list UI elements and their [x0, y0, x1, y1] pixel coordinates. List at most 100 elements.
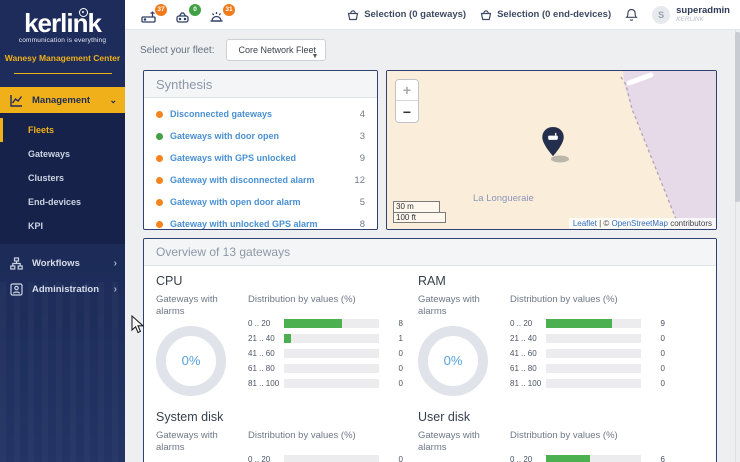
- synthesis-link[interactable]: Gateway with unlocked GPS alarm: [170, 219, 318, 229]
- bar-value: 0: [387, 455, 403, 462]
- synthesis-count: 4: [360, 109, 365, 120]
- synthesis-item-unlocked-gps-alarm[interactable]: Gateway with unlocked GPS alarm 8: [144, 213, 377, 230]
- distribution-row: 61 .. 800: [510, 364, 702, 373]
- chevron-right-icon: ›: [114, 258, 117, 269]
- product-name: Wanesy Management Center: [0, 53, 125, 63]
- bar-fill: [546, 319, 612, 328]
- synthesis-list: Disconnected gateways 4 Gateways with do…: [144, 98, 377, 230]
- range-label: 81 .. 100: [510, 379, 546, 388]
- distribution-row: 21 .. 401: [248, 334, 404, 343]
- zoom-in-button[interactable]: +: [396, 80, 418, 101]
- sidebar-item-workflows[interactable]: Workflows ›: [0, 250, 125, 276]
- bar-track: [546, 349, 641, 358]
- range-label: 21 .. 40: [248, 334, 284, 343]
- range-label: 41 .. 60: [248, 349, 284, 358]
- map-zoom-control: + −: [395, 79, 419, 123]
- sidebar-item-end-devices[interactable]: End-devices: [0, 190, 125, 214]
- sidebar-item-management[interactable]: Management ⌄: [0, 87, 125, 113]
- fleet-selector-label: Select your fleet:: [140, 45, 214, 56]
- gateway-map-marker[interactable]: [541, 127, 565, 157]
- synthesis-count: 9: [360, 153, 365, 164]
- bar-track: [546, 319, 641, 328]
- status-counters: 37 0 31: [141, 6, 229, 24]
- range-label: 21 .. 40: [510, 334, 546, 343]
- gateway-count-badge: 37: [155, 4, 167, 16]
- synthesis-count: 12: [354, 175, 365, 186]
- sidebar-divider: [14, 73, 112, 74]
- status-dot: [156, 111, 163, 118]
- sidebar-item-kpi[interactable]: KPI: [0, 214, 125, 238]
- main-content: Select your fleet: Core Network Fleet ▼ …: [125, 30, 740, 462]
- leaflet-link[interactable]: Leaflet: [573, 219, 597, 228]
- logo-text: kerlink: [0, 10, 125, 36]
- scale-imperial: 100 ft: [393, 212, 446, 223]
- overview-section-system-disk: System disk Gateways with alarms 0% Dist…: [156, 410, 418, 462]
- admin-icon: [10, 283, 23, 296]
- zoom-out-button[interactable]: −: [396, 101, 418, 122]
- synthesis-item-open-door-alarm[interactable]: Gateway with open door alarm 5: [144, 191, 377, 213]
- distribution-row: 0 .. 206: [510, 455, 702, 462]
- alarms-label: Gateways with alarms: [418, 294, 488, 318]
- synthesis-link[interactable]: Disconnected gateways: [170, 109, 272, 119]
- system-disk-distribution-chart: 0 .. 200 21 .. 401 41 .. 600 61 .. 800 8…: [248, 455, 404, 462]
- bar-track: [284, 379, 379, 388]
- user-menu[interactable]: S superadmin KERLINK: [652, 6, 730, 24]
- wanesy-management-center-screen: kerlink communication is everything Wane…: [0, 0, 740, 462]
- synthesis-item-door-open[interactable]: Gateways with door open 3: [144, 125, 377, 147]
- bar-track: [546, 455, 641, 462]
- bar-track: [284, 319, 379, 328]
- range-label: 0 .. 20: [248, 455, 284, 462]
- vertical-scrollbar[interactable]: [735, 30, 740, 462]
- map-canvas[interactable]: + − La Longueraie 30 m 100 ft Leaflet | …: [387, 71, 716, 229]
- synthesis-item-disconnected-gateways[interactable]: Disconnected gateways 4: [144, 103, 377, 125]
- section-title: CPU: [156, 274, 418, 288]
- synthesis-item-gps-unlocked[interactable]: Gateways with GPS unlocked 9: [144, 147, 377, 169]
- overview-section-user-disk: User disk Gateways with alarms 0% Distri…: [418, 410, 716, 462]
- range-label: 41 .. 60: [510, 349, 546, 358]
- selection-end-devices-button[interactable]: Selection (0 end-devices): [480, 9, 611, 21]
- cpu-alarms-donut: 0%: [156, 326, 226, 396]
- gateway-counter[interactable]: 37: [141, 6, 161, 24]
- sidebar-item-fleets[interactable]: Fleets: [0, 118, 125, 142]
- attribution-separator: | ©: [597, 219, 612, 228]
- synthesis-link[interactable]: Gateways with door open: [170, 131, 279, 141]
- sidebar-item-gateways[interactable]: Gateways: [0, 142, 125, 166]
- fleet-select-dropdown[interactable]: Core Network Fleet ▼: [226, 39, 326, 61]
- synthesis-link[interactable]: Gateways with GPS unlocked: [170, 153, 296, 163]
- kerlink-logo[interactable]: kerlink communication is everything Wane…: [0, 0, 125, 74]
- end-device-counter[interactable]: 0: [175, 6, 195, 24]
- sidebar-item-label: Administration: [32, 284, 99, 295]
- sidebar-item-label: Workflows: [32, 258, 80, 269]
- status-dot: [156, 221, 163, 228]
- attribution-suffix: contributors: [668, 219, 712, 228]
- synthesis-header: Synthesis: [144, 71, 377, 98]
- synthesis-link[interactable]: Gateway with disconnected alarm: [170, 175, 315, 185]
- status-dot: [156, 155, 163, 162]
- alarm-counter[interactable]: 31: [209, 6, 229, 24]
- section-title: RAM: [418, 274, 716, 288]
- bar-value: 9: [649, 319, 665, 328]
- fleet-select-value: Core Network Fleet: [238, 45, 316, 55]
- map-attribution: Leaflet | © OpenStreetMap contributors: [569, 218, 716, 229]
- bar-value: 0: [387, 364, 403, 373]
- bar-track: [284, 349, 379, 358]
- overview-body: CPU Gateways with alarms 0% Distribution…: [144, 266, 716, 462]
- chevron-right-icon: ›: [114, 284, 117, 295]
- sidebar-item-administration[interactable]: Administration ›: [0, 276, 125, 302]
- alarm-count-badge: 31: [223, 4, 235, 16]
- notifications-button[interactable]: [625, 8, 638, 22]
- distribution-row: 61 .. 800: [248, 364, 404, 373]
- submenu-label: End-devices: [28, 197, 81, 207]
- synthesis-link[interactable]: Gateway with open door alarm: [170, 197, 301, 207]
- synthesis-item-disconnected-alarm[interactable]: Gateway with disconnected alarm 12: [144, 169, 377, 191]
- topbar-right: Selection (0 gateways) Selection (0 end-…: [347, 6, 740, 24]
- openstreetmap-link[interactable]: OpenStreetMap: [611, 219, 667, 228]
- scale-metric: 30 m: [393, 201, 440, 212]
- submenu-label: Clusters: [28, 173, 64, 183]
- selection-gateways-button[interactable]: Selection (0 gateways): [347, 9, 466, 21]
- sidebar-item-clusters[interactable]: Clusters: [0, 166, 125, 190]
- scrollbar-thumb[interactable]: [735, 32, 740, 202]
- distribution-row: 21 .. 400: [510, 334, 702, 343]
- status-dot: [156, 177, 163, 184]
- bar-track: [546, 379, 641, 388]
